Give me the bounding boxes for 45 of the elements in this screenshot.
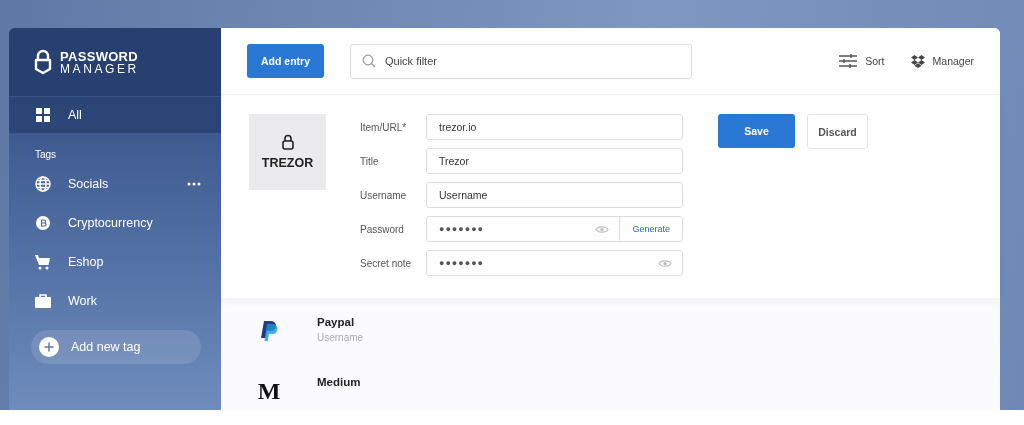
coin-icon bbox=[35, 215, 51, 230]
password-field[interactable]: ●●●●●●● Generate bbox=[426, 216, 683, 242]
lock-icon bbox=[34, 49, 52, 75]
briefcase-icon bbox=[35, 293, 51, 308]
generate-button[interactable]: Generate bbox=[619, 217, 682, 241]
sidebar-item[interactable]: Cryptocurrency bbox=[9, 203, 221, 242]
discard-button[interactable]: Discard bbox=[807, 114, 868, 149]
lock-icon bbox=[281, 134, 294, 150]
sidebar-item[interactable]: Socials bbox=[9, 164, 221, 203]
p-logo-icon bbox=[260, 321, 278, 341]
text-field[interactable]: trezor.io bbox=[426, 114, 683, 140]
entry-username: Username bbox=[317, 332, 364, 343]
search-icon bbox=[362, 53, 376, 68]
more-icon[interactable] bbox=[187, 181, 201, 186]
brand-name: PASSWORD bbox=[60, 49, 139, 63]
text-field[interactable]: Trezor bbox=[426, 148, 683, 174]
sort-button[interactable]: Sort bbox=[839, 54, 885, 68]
sliders-icon bbox=[839, 54, 858, 68]
section-heading: Tags bbox=[35, 149, 58, 160]
search-field[interactable]: Quick filter bbox=[350, 43, 692, 79]
eye-icon[interactable] bbox=[595, 224, 610, 234]
field-label: Username bbox=[360, 189, 408, 201]
add-entry-button[interactable]: Add entry bbox=[247, 44, 324, 78]
sidebar-item[interactable]: Work bbox=[9, 281, 221, 320]
manager-button[interactable]: Manager bbox=[910, 54, 974, 68]
globe-icon bbox=[35, 175, 51, 192]
logo-text: TREZOR bbox=[261, 156, 314, 170]
plus-icon bbox=[39, 337, 59, 357]
cart-icon bbox=[35, 253, 51, 270]
entry-title[interactable]: Paypal bbox=[317, 316, 364, 328]
save-button[interactable]: Save bbox=[718, 114, 795, 148]
field-label: Password bbox=[360, 223, 405, 235]
field-label: Title bbox=[360, 155, 380, 167]
grid-icon bbox=[35, 108, 51, 122]
text-field[interactable]: Username bbox=[426, 182, 683, 208]
box-icon bbox=[910, 54, 925, 68]
sidebar-item[interactable]: Eshop bbox=[9, 242, 221, 281]
field-label: Secret note bbox=[360, 257, 413, 269]
logo-letter: M bbox=[257, 377, 281, 405]
password-field[interactable]: ●●●●●●● bbox=[426, 250, 683, 276]
field-label: Item/URL* bbox=[360, 121, 408, 133]
entry-title[interactable]: Medium bbox=[317, 376, 361, 388]
eye-icon[interactable] bbox=[658, 258, 672, 268]
sidebar-item[interactable]: All bbox=[9, 97, 221, 133]
brand-subtitle: MANAGER bbox=[60, 62, 139, 75]
